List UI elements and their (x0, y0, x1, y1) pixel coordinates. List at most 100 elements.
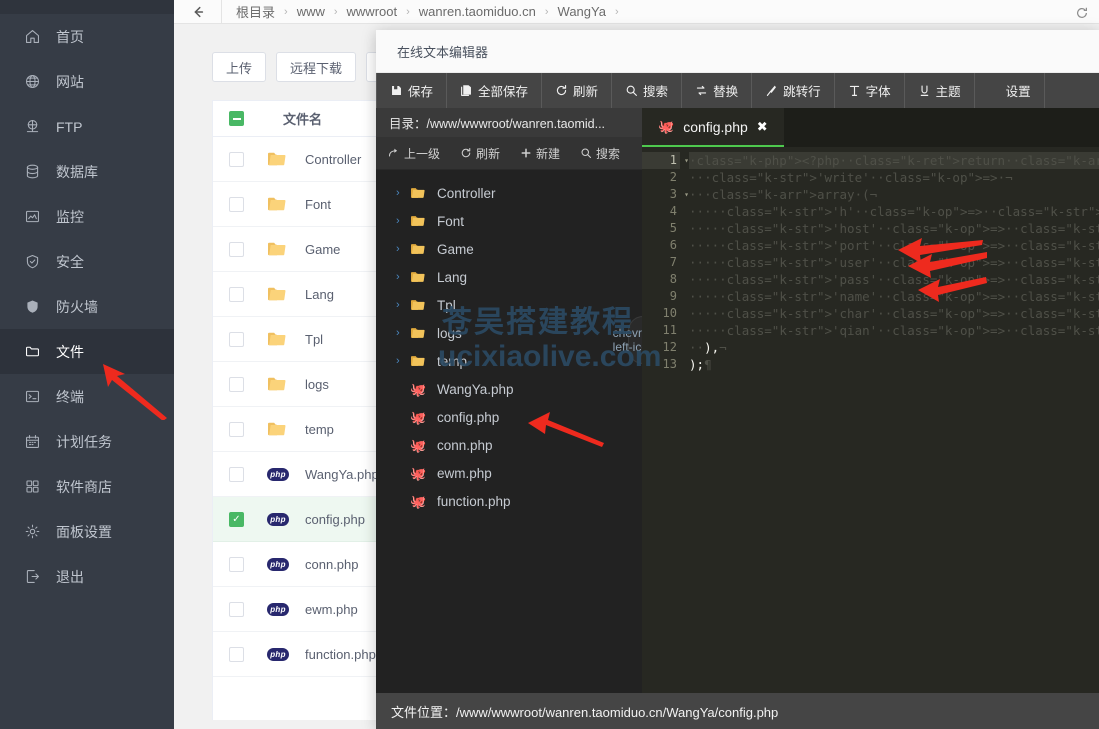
tree-node[interactable]: 🐙conn.php (376, 431, 642, 459)
breadcrumb-crumb-4[interactable]: WangYa (558, 4, 606, 19)
breadcrumb-separator: › (406, 6, 410, 18)
row-checkbox[interactable] (229, 467, 244, 482)
chevron-right-icon[interactable]: › (396, 243, 410, 255)
tree-tool-0[interactable]: 上一级 (388, 145, 440, 162)
tree-node[interactable]: ›logs (376, 319, 642, 347)
sidebar-item-0[interactable]: 首页 (0, 14, 174, 59)
chevron-left-icon[interactable]: chevron-left-icon (628, 316, 643, 364)
close-icon[interactable]: ✖ (757, 119, 768, 135)
shield-filled-icon (22, 297, 42, 317)
editor-toolbar-button-1[interactable]: 全部保存 (447, 73, 542, 108)
folder-icon (410, 242, 426, 256)
row-checkbox[interactable] (229, 557, 244, 572)
row-checkbox[interactable] (229, 422, 244, 437)
tree-node[interactable]: 🐙WangYa.php (376, 375, 642, 403)
sidebar: 首页网站FTP数据库监控安全防火墙文件终端计划任务软件商店面板设置退出 (0, 0, 174, 729)
tree-node[interactable]: ›Tpl (376, 291, 642, 319)
tree-node[interactable]: 🐙ewm.php (376, 459, 642, 487)
sidebar-item-7[interactable]: 文件 (0, 329, 174, 374)
sidebar-item-6[interactable]: 防火墙 (0, 284, 174, 329)
sidebar-item-label: 终端 (56, 387, 84, 407)
tree-node[interactable]: ›temp (376, 347, 642, 375)
plus-icon (520, 147, 532, 159)
row-icon-wrap (267, 193, 289, 215)
sidebar-item-10[interactable]: 软件商店 (0, 464, 174, 509)
folder-icon (22, 342, 42, 362)
breadcrumb-crumb-2[interactable]: wwwroot (347, 4, 398, 19)
row-checkbox[interactable] (229, 287, 244, 302)
line-number: 3▾ (642, 186, 680, 203)
chevron-right-icon[interactable]: › (396, 355, 410, 367)
breadcrumb-crumb-1[interactable]: www (297, 4, 325, 19)
sidebar-item-2[interactable]: FTP (0, 104, 174, 149)
sidebar-item-label: 首页 (56, 27, 84, 47)
chevron-right-icon[interactable]: › (396, 327, 410, 339)
code-line: ·····class="k-str">'name'··class="k-op">… (689, 288, 1099, 305)
editor-toolbar-button-6[interactable]: 字体 (835, 73, 905, 108)
row-filename: Controller (305, 152, 361, 167)
chevron-right-icon[interactable]: › (396, 187, 410, 199)
sidebar-item-5[interactable]: 安全 (0, 239, 174, 284)
sidebar-item-12[interactable]: 退出 (0, 554, 174, 599)
breadcrumb-crumb-0[interactable]: 根目录 (236, 2, 275, 21)
editor-toolbar-button-0[interactable]: 保存 (376, 73, 447, 108)
tree-node[interactable]: 🐙config.php (376, 403, 642, 431)
tree-tool-2[interactable]: 新建 (520, 145, 560, 162)
breadcrumb-crumb-3[interactable]: wanren.taomiduo.cn (419, 4, 536, 19)
row-checkbox[interactable] (229, 602, 244, 617)
row-checkbox[interactable]: ✓ (229, 512, 244, 527)
tree-node[interactable]: ›Controller (376, 179, 642, 207)
refresh-icon[interactable] (1071, 2, 1093, 24)
tree-tool-3[interactable]: 搜索 (580, 145, 620, 162)
code-line: ·····class="k-str">'host'··class="k-op">… (689, 220, 1099, 237)
theme-icon (918, 84, 931, 97)
row-icon-wrap (267, 148, 289, 170)
line-number: 7 (642, 254, 680, 271)
action-button-0[interactable]: 上传 (212, 52, 266, 82)
chevron-right-icon[interactable]: › (396, 299, 410, 311)
action-button-1[interactable]: 远程下载 (276, 52, 356, 82)
tree-node[interactable]: ›Font (376, 207, 642, 235)
select-all-checkbox[interactable] (229, 111, 244, 126)
row-checkbox[interactable] (229, 197, 244, 212)
sidebar-item-3[interactable]: 数据库 (0, 149, 174, 194)
row-checkbox[interactable] (229, 152, 244, 167)
editor-toolbar-button-5[interactable]: 跳转行 (752, 73, 835, 108)
sidebar-item-1[interactable]: 网站 (0, 59, 174, 104)
chevron-right-icon[interactable]: › (396, 215, 410, 227)
monitor-icon (22, 207, 42, 227)
editor-toolbar-button-8[interactable]: 设置 (975, 73, 1045, 108)
code-line: ·····class="k-str">'qian'··class="k-op">… (689, 322, 1099, 339)
code-area[interactable]: 1▾23▾45678910111213 ·class="k-php"><?php… (642, 147, 1099, 729)
back-button[interactable] (174, 0, 222, 24)
row-checkbox[interactable] (229, 377, 244, 392)
row-checkbox[interactable] (229, 242, 244, 257)
line-number-gutter: 1▾23▾45678910111213 (642, 147, 680, 729)
tree-toolbar: 上一级 刷新 新建 搜索 (376, 137, 642, 170)
editor-toolbar-button-4[interactable]: 替换 (682, 73, 752, 108)
fold-toggle-icon[interactable]: ▾ (684, 186, 689, 203)
tree-tool-1[interactable]: 刷新 (460, 145, 500, 162)
tree-node[interactable]: ›Game (376, 235, 642, 263)
code-text[interactable]: ·class="k-php"><?php··class="k-ret">retu… (680, 147, 1099, 729)
editor-toolbar-label: 替换 (713, 81, 738, 100)
sidebar-item-8[interactable]: 终端 (0, 374, 174, 419)
chevron-right-icon[interactable]: › (396, 271, 410, 283)
editor-toolbar-button-3[interactable]: 搜索 (612, 73, 682, 108)
php-elephant-icon: 🐙 (410, 411, 428, 424)
tree-node[interactable]: 🐙function.php (376, 487, 642, 515)
tree-node[interactable]: ›Lang (376, 263, 642, 291)
sidebar-item-9[interactable]: 计划任务 (0, 419, 174, 464)
editor-toolbar-button-7[interactable]: 主题 (905, 73, 975, 108)
editor-toolbar-button-2[interactable]: 刷新 (542, 73, 612, 108)
row-checkbox[interactable] (229, 647, 244, 662)
sidebar-item-4[interactable]: 监控 (0, 194, 174, 239)
row-checkbox[interactable] (229, 332, 244, 347)
fold-toggle-icon[interactable]: ▾ (684, 152, 689, 169)
sidebar-item-11[interactable]: 面板设置 (0, 509, 174, 554)
gear-icon (988, 84, 1001, 97)
folder-icon (410, 214, 426, 228)
replace-icon (695, 84, 708, 97)
tab-config-php[interactable]: 🐙 config.php ✖ (642, 108, 784, 147)
row-filename: Font (305, 197, 331, 212)
